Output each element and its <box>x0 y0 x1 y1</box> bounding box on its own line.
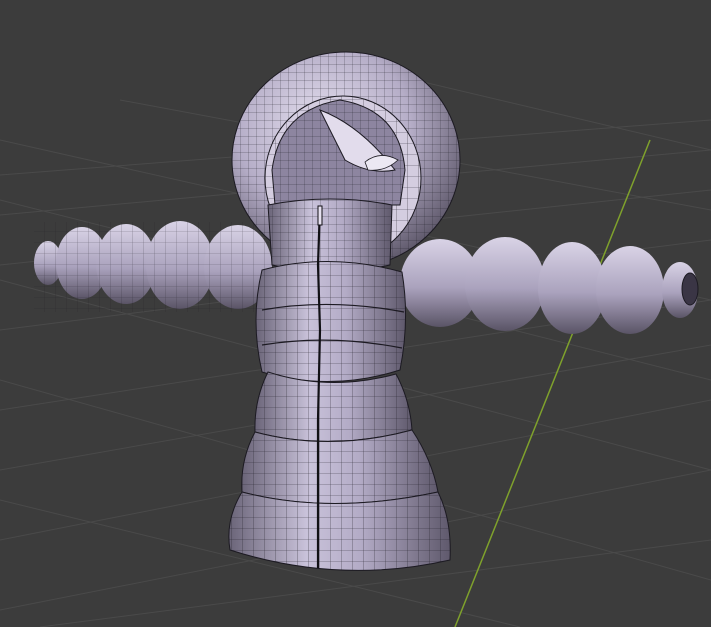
viewport-canvas[interactable] <box>0 0 711 627</box>
left-arm[interactable] <box>34 221 274 312</box>
zipper-pull <box>317 205 323 226</box>
collar[interactable] <box>267 198 393 272</box>
right-arm[interactable] <box>400 237 699 334</box>
3d-viewport[interactable] <box>0 0 711 627</box>
y-axis-line <box>454 139 651 627</box>
coat-skirt[interactable] <box>228 371 451 571</box>
torso[interactable] <box>255 261 407 382</box>
